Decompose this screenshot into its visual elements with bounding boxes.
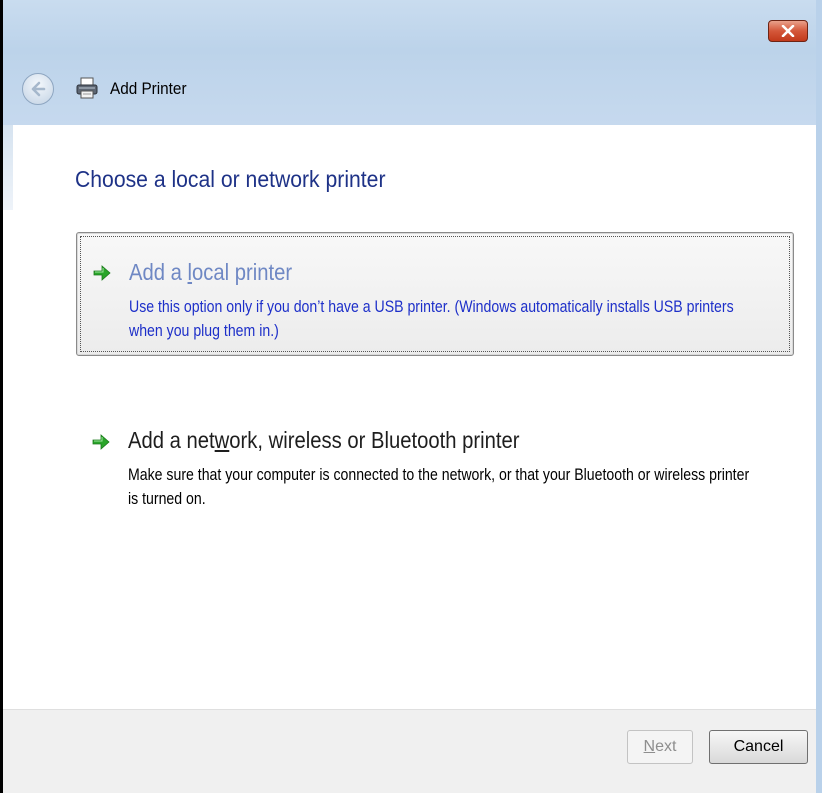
option-description: Make sure that your computer is connecte… [128,465,750,508]
next-mnemonic: N [643,738,656,755]
next-button[interactable]: Next [627,730,693,764]
button-bar [3,709,816,793]
close-button[interactable] [768,20,808,42]
window-right-border [816,0,822,793]
back-button[interactable] [22,73,54,105]
title-text-end: ocal printer [192,259,293,285]
add-local-printer-option[interactable]: Add a local printer Use this option only… [76,232,794,356]
printer-icon [76,77,98,99]
mnemonic-letter: w [214,427,230,453]
title-text-start: Add a net [128,427,215,453]
option-description: Use this option only if you don’t have a… [129,297,734,340]
next-label-rest: ext [655,738,677,755]
cancel-button[interactable]: Cancel [709,730,808,764]
back-arrow-icon [31,81,46,97]
green-arrow-icon [92,434,110,450]
add-printer-window: Add Printer Choose a local or network pr… [0,0,822,793]
close-x-icon [781,25,795,37]
left-edge-decoration [3,125,13,210]
green-arrow-icon [93,265,111,281]
title-text-start: Add a [129,259,188,285]
window-title: Add Printer [110,79,187,98]
add-network-printer-option[interactable]: Add a network, wireless or Bluetooth pri… [76,418,794,528]
option-title: Add a network, wireless or Bluetooth pri… [128,427,520,454]
page-heading: Choose a local or network printer [75,166,386,192]
option-title: Add a local printer [129,259,292,286]
title-bar [3,0,816,125]
title-text-end: ork, wireless or Bluetooth printer [229,427,520,453]
